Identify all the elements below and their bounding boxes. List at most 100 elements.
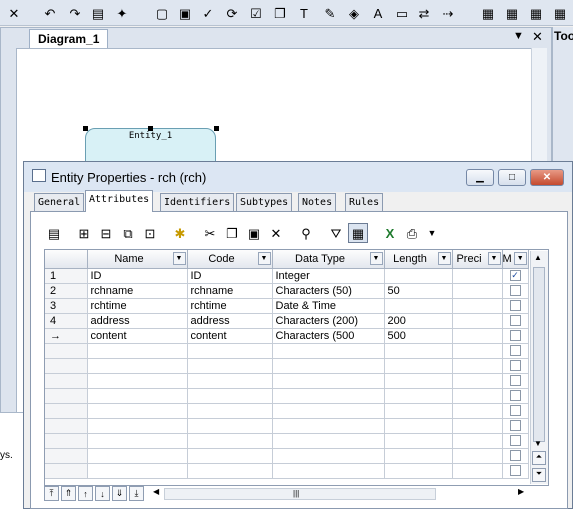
cell-length[interactable]: 200 xyxy=(384,313,453,329)
move-first-icon[interactable]: ⤒ xyxy=(44,486,59,501)
text-icon[interactable]: T xyxy=(294,3,314,23)
mandatory-checkbox[interactable] xyxy=(509,435,521,446)
mandatory-checkbox[interactable] xyxy=(509,465,521,476)
empty-cell[interactable] xyxy=(272,418,385,434)
close-diagram-icon[interactable]: ✕ xyxy=(532,29,543,45)
arrows-icon[interactable]: ⇄ xyxy=(414,3,434,23)
mandatory-checkbox[interactable] xyxy=(509,405,521,416)
empty-cell[interactable] xyxy=(502,463,529,479)
cell-name[interactable]: rchname xyxy=(87,283,188,299)
cell-code[interactable]: ID xyxy=(187,268,273,284)
cell-name[interactable]: content xyxy=(87,328,188,344)
empty-row[interactable] xyxy=(45,358,529,374)
empty-cell[interactable] xyxy=(384,418,453,434)
empty-cell[interactable] xyxy=(87,418,188,434)
row-number[interactable] xyxy=(45,358,88,374)
empty-row[interactable] xyxy=(45,448,529,464)
empty-row[interactable] xyxy=(45,418,529,434)
dropdown-arrow-icon[interactable]: ▼ xyxy=(513,252,527,265)
empty-cell[interactable] xyxy=(272,463,385,479)
cell-length[interactable]: 500 xyxy=(384,328,453,344)
selection-handle[interactable] xyxy=(214,126,219,131)
empty-cell[interactable] xyxy=(272,433,385,449)
empty-cell[interactable] xyxy=(502,418,529,434)
print-icon[interactable]: ⎙ xyxy=(402,223,422,243)
row-number[interactable] xyxy=(45,433,88,449)
excel-icon[interactable]: X xyxy=(380,223,400,243)
column-header-code[interactable]: Code ▼ xyxy=(187,250,273,269)
empty-cell[interactable] xyxy=(187,433,273,449)
empty-cell[interactable] xyxy=(502,343,529,359)
empty-cell[interactable] xyxy=(452,388,503,404)
empty-cell[interactable] xyxy=(87,388,188,404)
empty-cell[interactable] xyxy=(272,343,385,359)
row-number[interactable]: 1 xyxy=(45,268,88,284)
reuse-attributes-icon[interactable]: ⊡ xyxy=(140,223,160,243)
window-icon[interactable]: ❐ xyxy=(270,3,290,23)
cut-icon[interactable]: ✕ xyxy=(4,3,24,23)
cell-code[interactable]: rchtime xyxy=(187,298,273,314)
empty-cell[interactable] xyxy=(502,433,529,449)
delete-icon[interactable]: ✕ xyxy=(266,223,286,243)
close-button[interactable]: ✕ xyxy=(530,169,564,186)
empty-cell[interactable] xyxy=(187,388,273,404)
customize-columns-icon[interactable]: ▦ xyxy=(348,223,368,243)
link-icon[interactable]: ⇢ xyxy=(438,3,458,23)
cell-name[interactable]: rchtime xyxy=(87,298,188,314)
paint-icon[interactable]: ◈ xyxy=(344,3,364,23)
mandatory-checkbox[interactable] xyxy=(509,345,521,356)
properties-icon[interactable]: ▤ xyxy=(44,223,64,243)
selection-handle[interactable] xyxy=(148,126,153,131)
empty-cell[interactable] xyxy=(187,448,273,464)
empty-cell[interactable] xyxy=(187,343,273,359)
selection-handle[interactable] xyxy=(83,126,88,131)
empty-row[interactable] xyxy=(45,433,529,449)
cell-name[interactable]: ID xyxy=(87,268,188,284)
mandatory-checkbox[interactable] xyxy=(509,285,521,296)
move-up-icon[interactable]: ↑ xyxy=(78,486,93,501)
empty-cell[interactable] xyxy=(87,358,188,374)
cell-type[interactable]: Integer xyxy=(272,268,385,284)
tab-identifiers[interactable]: Identifiers xyxy=(160,193,235,211)
table-row[interactable]: → content content Characters (500 500 xyxy=(45,328,529,344)
row-number[interactable]: 2 xyxy=(45,283,88,299)
font-icon[interactable]: A xyxy=(368,3,388,23)
empty-cell[interactable] xyxy=(384,403,453,419)
column-header-name[interactable]: Name ▼ xyxy=(87,250,188,269)
empty-cell[interactable] xyxy=(384,448,453,464)
mandatory-checkbox[interactable] xyxy=(509,315,521,326)
empty-row[interactable] xyxy=(45,373,529,389)
add-attributes-icon[interactable]: ⧉ xyxy=(118,223,138,243)
table-row[interactable]: 1 ID ID Integer ✓ xyxy=(45,268,529,284)
cell-code[interactable]: content xyxy=(187,328,273,344)
mandatory-checkbox[interactable] xyxy=(509,360,521,371)
cell-length[interactable] xyxy=(384,298,453,314)
minimize-button[interactable]: ▁ xyxy=(466,169,494,186)
empty-cell[interactable] xyxy=(384,358,453,374)
scroll-left-icon[interactable]: ◀ xyxy=(153,487,159,496)
redo-icon[interactable]: ↷ xyxy=(65,3,85,23)
empty-cell[interactable] xyxy=(272,358,385,374)
empty-cell[interactable] xyxy=(87,373,188,389)
row-number[interactable] xyxy=(45,403,88,419)
empty-cell[interactable] xyxy=(502,403,529,419)
cell-length[interactable]: 50 xyxy=(384,283,453,299)
row-number[interactable] xyxy=(45,463,88,479)
row-number[interactable] xyxy=(45,448,88,464)
empty-cell[interactable] xyxy=(384,388,453,404)
move-down-icon[interactable]: ↓ xyxy=(95,486,110,501)
dropdown-arrow-icon[interactable]: ▼ xyxy=(172,252,186,265)
column-header-precision[interactable]: Preci ▼ xyxy=(452,250,503,269)
dropdown-arrow-icon[interactable]: ▼ xyxy=(437,252,451,265)
empty-cell[interactable] xyxy=(384,373,453,389)
empty-cell[interactable] xyxy=(384,433,453,449)
cell-name[interactable]: address xyxy=(87,313,188,329)
mandatory-checkbox[interactable] xyxy=(509,450,521,461)
cell-mandatory[interactable]: ✓ xyxy=(502,268,529,284)
empty-cell[interactable] xyxy=(187,403,273,419)
add-row-icon[interactable]: ⊞ xyxy=(74,223,94,243)
empty-cell[interactable] xyxy=(452,463,503,479)
table-row[interactable]: 2 rchname rchname Characters (50) 50 xyxy=(45,283,529,299)
mandatory-checkbox[interactable] xyxy=(509,330,521,341)
grid1-icon[interactable]: ▦ xyxy=(478,3,498,23)
